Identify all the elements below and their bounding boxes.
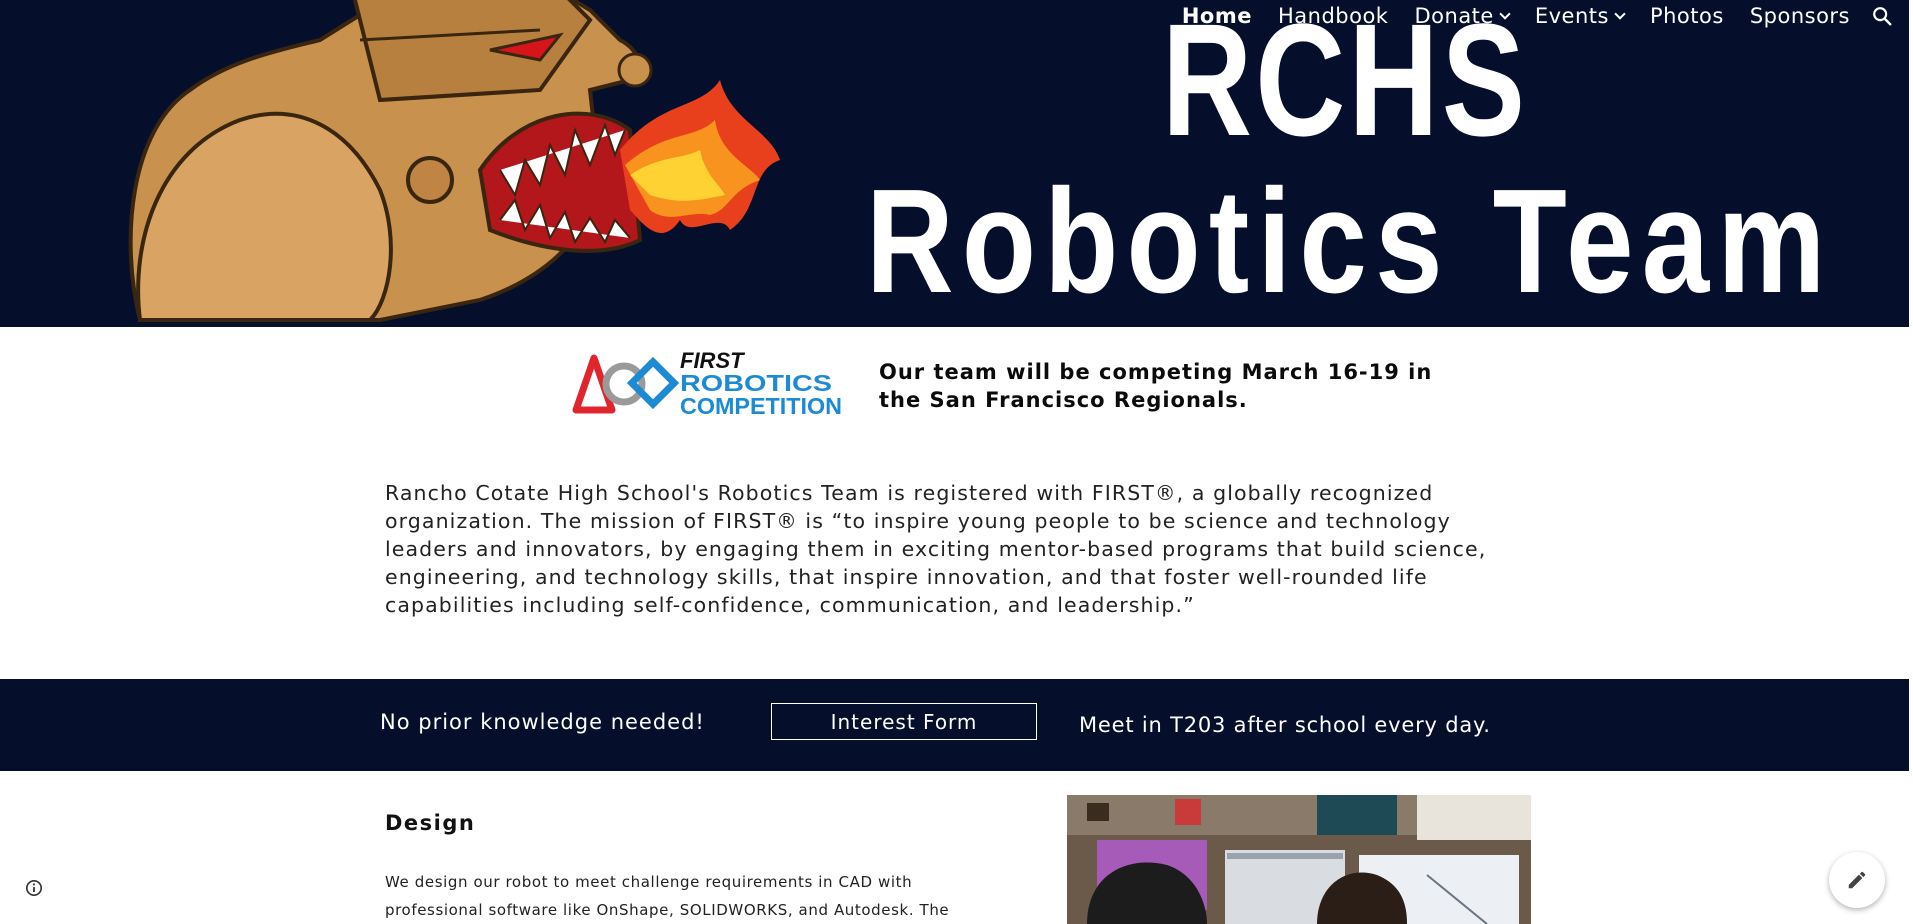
edit-button[interactable] <box>1829 852 1885 908</box>
first-robotics-logo: FIRST ROBOTICS COMPETITION <box>572 348 842 418</box>
competition-announcement: Our team will be competing March 16-19 i… <box>879 360 1433 412</box>
nav-item-label: Sponsors <box>1749 4 1850 28</box>
search-icon[interactable] <box>1871 5 1893 27</box>
band-right-text: Meet in T203 after school every day. <box>1079 713 1491 737</box>
mission-statement: Rancho Cotate High School's Robotics Tea… <box>385 481 1487 617</box>
nav-item-label: Events <box>1534 4 1609 28</box>
hero-banner: RCHS Robotics Team <box>0 0 1909 327</box>
design-heading: Design <box>385 811 476 835</box>
pencil-icon <box>1848 871 1866 889</box>
band-left-text: No prior knowledge needed! <box>380 710 705 734</box>
nav-item-label: Home <box>1181 4 1252 28</box>
nav-item-sponsors[interactable]: Sponsors <box>1737 4 1863 28</box>
design-description: We design our robot to meet challenge re… <box>385 873 950 919</box>
chevron-down-icon[interactable] <box>1499 7 1511 20</box>
interest-form-button[interactable]: Interest Form <box>771 703 1037 740</box>
chevron-down-icon[interactable] <box>1614 7 1626 20</box>
first-logo-competition: COMPETITION <box>680 393 842 418</box>
top-navigation: Home Handbook Donate Events Photos Spons… <box>1169 0 1893 32</box>
hero-title-line2: Robotics Team <box>866 159 1834 324</box>
nav-item-photos[interactable]: Photos <box>1637 4 1737 28</box>
nav-item-handbook[interactable]: Handbook <box>1265 4 1402 28</box>
info-icon[interactable] <box>25 879 43 897</box>
nav-item-donate[interactable]: Donate <box>1401 4 1521 28</box>
nav-item-events[interactable]: Events <box>1522 4 1637 28</box>
nav-item-label: Handbook <box>1277 4 1389 28</box>
nav-item-label: Photos <box>1649 4 1724 28</box>
knight-mascot-logo <box>128 0 780 322</box>
design-team-photo <box>1067 795 1531 924</box>
nav-item-label: Donate <box>1414 4 1494 28</box>
nav-item-home[interactable]: Home <box>1169 4 1265 28</box>
